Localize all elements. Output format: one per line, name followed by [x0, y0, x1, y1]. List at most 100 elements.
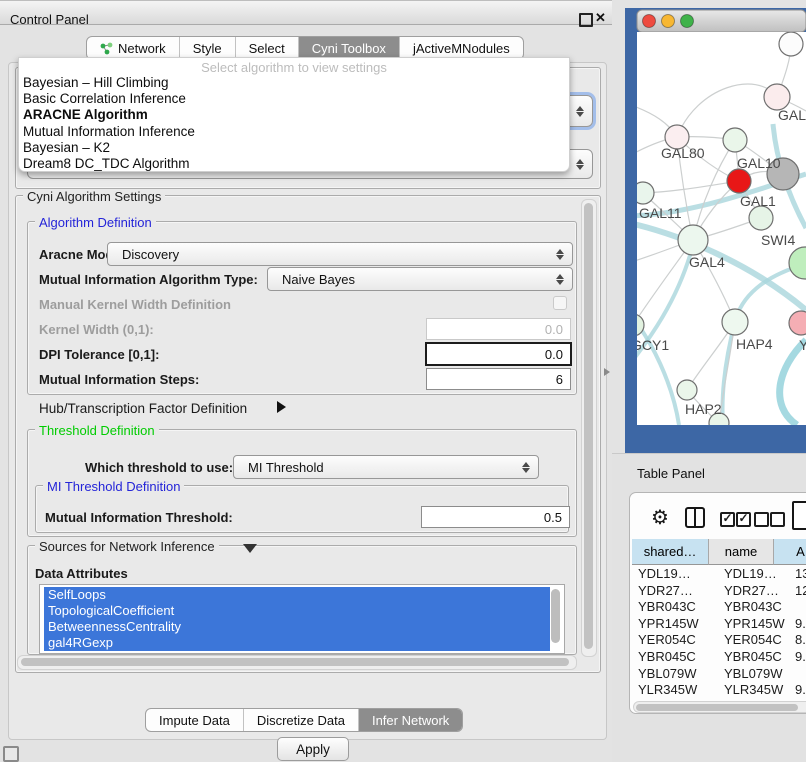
node-label: HAP4	[736, 336, 773, 352]
node-gal1[interactable]	[749, 206, 773, 230]
table-cell[interactable]: YBR045C	[724, 649, 788, 664]
dpi-tolerance-field[interactable]: 0.0	[425, 342, 572, 366]
scrollbar-thumb[interactable]	[636, 704, 798, 711]
table-cell[interactable]: YBR043C	[638, 599, 716, 614]
table-cell[interactable]: YBL079W	[724, 666, 788, 681]
scrollbar-thumb[interactable]	[21, 658, 569, 666]
node-hap4[interactable]	[722, 309, 748, 335]
attribute-list-item[interactable]: gal4RGexp	[44, 635, 550, 651]
dropdown-item[interactable]: Bayesian – K2	[23, 140, 110, 155]
aracne-mode-value: Discovery	[108, 247, 552, 262]
tab-style[interactable]: Style	[180, 37, 236, 59]
table-cell[interactable]: YDR27…	[638, 583, 716, 598]
data-attributes-list[interactable]: SelfLoopsTopologicalCoefficientBetweenne…	[39, 584, 565, 654]
node-red[interactable]	[727, 169, 751, 193]
table-cell[interactable]: 9.	[795, 616, 806, 631]
algorithm-dropdown-list[interactable]: Select algorithm to view settings Bayesi…	[18, 57, 570, 172]
hub-definition-expander-label[interactable]: Hub/Transcription Factor Definition	[39, 401, 247, 416]
dropdown-item[interactable]: Bayesian – Hill Climbing	[23, 75, 169, 90]
which-threshold-combobox[interactable]: MI Threshold	[233, 455, 539, 479]
table-cell[interactable]: YBL079W	[638, 666, 716, 681]
table-cell[interactable]: YDL19…	[724, 566, 788, 581]
float-window-icon[interactable]	[579, 13, 593, 27]
table-cell[interactable]: YER054C	[724, 632, 788, 647]
settings-vertical-scrollbar[interactable]	[581, 199, 597, 657]
mi-threshold-field[interactable]: 0.5	[421, 506, 570, 528]
close-traffic-light-icon[interactable]	[643, 15, 656, 28]
checked-pair-icon[interactable]: ✓	[720, 512, 735, 527]
stepper-icon	[552, 274, 568, 285]
gear-icon[interactable]: ⚙	[651, 505, 669, 530]
stepper-icon	[572, 159, 588, 170]
tab-cyni-toolbox[interactable]: Cyni Toolbox	[299, 37, 400, 59]
zoom-traffic-light-icon[interactable]	[681, 15, 694, 28]
kernel-width-field[interactable]: 0.0	[426, 318, 571, 340]
table-cell[interactable]: 9.	[795, 649, 806, 664]
table-cell[interactable]: 8.	[795, 632, 806, 647]
table-cell[interactable]: YPR145W	[638, 616, 716, 631]
dropdown-item[interactable]: Dream8 DC_TDC Algorithm	[23, 156, 190, 171]
dock-panel-icon[interactable]	[3, 746, 19, 762]
expander-expanded-icon[interactable]	[243, 544, 257, 553]
node-top-white[interactable]	[779, 32, 803, 56]
stepper-icon	[518, 462, 534, 473]
tab-discretize-data[interactable]: Discretize Data	[244, 709, 359, 731]
node-label: GAL80	[661, 145, 705, 161]
node-gal10[interactable]	[723, 128, 747, 152]
columns-icon[interactable]	[685, 507, 705, 528]
aracne-mode-combobox[interactable]: Discovery	[107, 242, 573, 266]
scrollbar-thumb[interactable]	[551, 589, 560, 643]
mi-steps-field[interactable]: 6	[426, 368, 571, 390]
table-cell[interactable]: YBR043C	[724, 599, 788, 614]
node-hap2[interactable]	[677, 380, 697, 400]
table-cell[interactable]: 12	[795, 583, 806, 598]
table-horizontal-scrollbar[interactable]	[633, 701, 806, 713]
table-cell[interactable]: YDR27…	[724, 583, 788, 598]
unchecked-pair-icon[interactable]	[754, 512, 769, 527]
table-cell[interactable]: 13	[795, 566, 806, 581]
manual-kernel-width-label: Manual Kernel Width Definition	[39, 297, 231, 312]
column-header[interactable]: shared…	[632, 539, 709, 565]
table-cell[interactable]: YPR145W	[724, 616, 788, 631]
document-icon[interactable]	[792, 501, 806, 530]
tab-impute-data[interactable]: Impute Data	[146, 709, 244, 731]
stepper-icon	[572, 106, 588, 117]
panel-resize-handle-icon[interactable]	[604, 368, 610, 376]
column-header[interactable]: name	[709, 539, 774, 565]
table-cell[interactable]: 9.	[795, 682, 806, 697]
mi-steps-label: Mutual Information Steps:	[39, 372, 199, 387]
settings-horizontal-scrollbar[interactable]	[17, 655, 577, 670]
node-gal4[interactable]	[678, 225, 708, 255]
table-cell[interactable]: YER054C	[638, 632, 716, 647]
dropdown-item[interactable]: Mutual Information Inference	[23, 124, 195, 139]
network-view-window[interactable]: GALGAL80GAL10GAL1GAL11SWI4GAL4GCY1HAP4YH…	[625, 8, 806, 455]
table-cell[interactable]: YBR045C	[638, 649, 716, 664]
mi-algorithm-type-combobox[interactable]: Naive Bayes	[267, 267, 573, 291]
checked-pair-icon[interactable]: ✓	[736, 512, 751, 527]
scrollbar-thumb[interactable]	[584, 203, 593, 649]
expander-collapsed-icon[interactable]	[277, 401, 286, 413]
dropdown-item[interactable]: ARACNE Algorithm	[23, 107, 148, 122]
column-header[interactable]: A	[774, 539, 806, 565]
table-header-row[interactable]: shared…nameA	[632, 539, 806, 564]
kernel-width-label: Kernel Width (0,1):	[39, 322, 154, 337]
table-cell[interactable]: YLR345W	[638, 682, 716, 697]
table-cell[interactable]: YLR345W	[724, 682, 788, 697]
attribute-list-item[interactable]: SelfLoops	[44, 587, 550, 603]
close-icon[interactable]: ✕	[595, 10, 606, 26]
tab-label: Discretize Data	[257, 713, 345, 728]
attribute-list-item[interactable]: TopologicalCoefficient	[44, 603, 550, 619]
manual-kernel-checkbox[interactable]	[553, 296, 567, 310]
which-threshold-label: Which threshold to use:	[85, 460, 233, 475]
table-cell[interactable]: YDL19…	[638, 566, 716, 581]
tab-network[interactable]: Network	[87, 37, 180, 59]
tab-select[interactable]: Select	[236, 37, 299, 59]
dropdown-item[interactable]: Basic Correlation Inference	[23, 91, 186, 106]
unchecked-pair-icon[interactable]	[770, 512, 785, 527]
tab-jactivemnodules[interactable]: jActiveMNodules	[400, 37, 523, 59]
minimize-traffic-light-icon[interactable]	[662, 15, 675, 28]
tab-infer-network[interactable]: Infer Network	[359, 709, 462, 731]
apply-button[interactable]: Apply	[277, 737, 349, 761]
attribute-list-item[interactable]: BetweennessCentrality	[44, 619, 550, 635]
node-label: HAP2	[685, 401, 722, 417]
